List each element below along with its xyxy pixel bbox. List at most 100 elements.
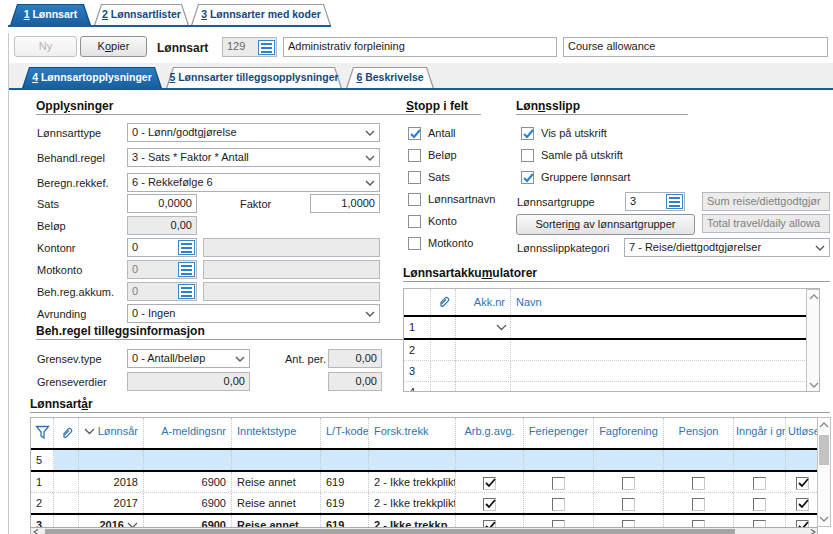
akk-row-1[interactable]: 1 bbox=[404, 317, 819, 338]
gruppere-lonnsart-checkbox[interactable] bbox=[521, 171, 534, 184]
avrunding-select[interactable]: 0 - Ingen bbox=[127, 304, 380, 323]
scroll-up-icon[interactable] bbox=[809, 294, 819, 300]
antper-label: Ant. per. bbox=[285, 353, 326, 365]
feriepenger-checkbox[interactable] bbox=[552, 520, 565, 527]
pensjon-checkbox[interactable] bbox=[692, 520, 705, 527]
akk-row-4[interactable]: 4 bbox=[404, 382, 819, 392]
lonnsslippkategori-select[interactable]: 7 - Reise/diettgodtgjørelser bbox=[624, 238, 830, 257]
lonnsart-window: 1 Lønnsart 2 Lønnsartlister 3 Lønnsarter… bbox=[0, 0, 833, 534]
konto-checkbox[interactable] bbox=[408, 215, 421, 228]
scroll-left-icon[interactable] bbox=[33, 529, 39, 534]
tab-lonnsarter-med-koder[interactable]: 3 Lønnsarter med koder bbox=[191, 4, 331, 25]
behregakkum-label: Beh.reg.akkum. bbox=[37, 286, 114, 298]
motkonto-input[interactable]: 0 bbox=[127, 260, 197, 279]
belop-input[interactable]: 0,00 bbox=[127, 216, 197, 235]
samle-pa-utskrift-checkbox[interactable] bbox=[521, 149, 534, 162]
pensjon-checkbox[interactable] bbox=[692, 498, 705, 511]
col-ltkode[interactable]: L/T-kode bbox=[321, 418, 369, 448]
sats-checkbox[interactable] bbox=[408, 171, 421, 184]
grenseverdi2-input[interactable]: 0,00 bbox=[328, 372, 382, 391]
utlose-checkbox[interactable] bbox=[796, 477, 809, 490]
lonnsartar-scrollbar[interactable] bbox=[817, 417, 831, 527]
scroll-down-icon[interactable] bbox=[809, 382, 819, 388]
arbgavg-checkbox[interactable] bbox=[483, 477, 496, 490]
lonnsart-name-en-field[interactable]: Course allowance bbox=[563, 37, 828, 57]
lonnsartgruppe-lookup-icon[interactable] bbox=[666, 194, 683, 209]
filter-icon[interactable] bbox=[35, 425, 50, 440]
vis-pa-utskrift-checkbox[interactable] bbox=[521, 127, 534, 140]
col-lonnsar[interactable]: Lønnsår bbox=[79, 418, 144, 448]
lonnsartgruppe-input[interactable]: 3 bbox=[625, 192, 685, 211]
horizontal-scrollbar[interactable] bbox=[31, 527, 818, 534]
col-pensjon[interactable]: Pensjon bbox=[664, 418, 734, 448]
feriepenger-checkbox[interactable] bbox=[552, 498, 565, 511]
belop-checkbox[interactable] bbox=[408, 149, 421, 162]
feriepenger-checkbox[interactable] bbox=[552, 477, 565, 490]
col-utlose[interactable]: Utløse bbox=[786, 418, 818, 448]
lonnsarttype-select[interactable]: 0 - Lønn/godtgjørelse bbox=[127, 123, 380, 142]
utlose-checkbox[interactable] bbox=[796, 520, 809, 527]
scroll-down-icon[interactable] bbox=[819, 516, 829, 522]
fagforening-checkbox[interactable] bbox=[622, 477, 635, 490]
sortering-button[interactable]: Sortering av lønnsartgrupper bbox=[516, 214, 695, 235]
tab-lonnsartopplysninger[interactable]: 4 Lønnsartopplysninger bbox=[22, 67, 162, 88]
behregakkum-input[interactable]: 0 bbox=[127, 282, 197, 301]
motkonto-checkbox[interactable] bbox=[408, 237, 421, 250]
akk-col-navn[interactable]: Navn bbox=[511, 289, 807, 315]
kontonr-lookup-icon[interactable] bbox=[178, 240, 195, 255]
lonnsarttype-label: Lønnsarttype bbox=[37, 127, 101, 139]
scroll-right-icon[interactable] bbox=[810, 529, 816, 534]
grenseverdi1-input[interactable]: 0,00 bbox=[127, 372, 250, 391]
lonnsartar-heading: Lønnsartår bbox=[30, 397, 830, 413]
lonnsartar-row-3[interactable]: 3 2016 6900 Reise annet 619 2 - Ikke tre… bbox=[31, 515, 817, 527]
col-inntektstype[interactable]: Inntektstype bbox=[232, 418, 321, 448]
arbgavg-checkbox[interactable] bbox=[483, 498, 496, 511]
col-arbgavg[interactable]: Arb.g.avg. bbox=[456, 418, 524, 448]
vis-pa-utskrift-label: Vis på utskrift bbox=[541, 127, 607, 139]
lookup-list-icon[interactable] bbox=[258, 40, 275, 55]
col-feriepenger[interactable]: Feriepenger bbox=[524, 418, 594, 448]
scroll-up-icon[interactable] bbox=[819, 422, 829, 428]
col-inngar[interactable]: Inngår i gr bbox=[734, 418, 786, 448]
akk-row-2[interactable]: 2 bbox=[404, 340, 819, 361]
tab-lonnsart[interactable]: 1 Lønnsart bbox=[10, 4, 91, 25]
lonnsartar-row-5[interactable]: 5 bbox=[31, 450, 817, 470]
lonnsartar-row-2[interactable]: 2 2017 6900 Reise annet 619 2 - Ikke tre… bbox=[31, 493, 817, 513]
tab-beskrivelse[interactable]: 6 Beskrivelse bbox=[346, 67, 434, 88]
beregnrekkef-label: Beregn.rekkef. bbox=[37, 177, 109, 189]
antper-input[interactable]: 0,00 bbox=[328, 349, 382, 368]
beregnrekkef-select[interactable]: 6 - Rekkefølge 6 bbox=[127, 173, 380, 192]
inngar-checkbox[interactable] bbox=[753, 477, 766, 490]
akk-scrollbar[interactable] bbox=[806, 289, 820, 392]
inngar-checkbox[interactable] bbox=[753, 520, 766, 527]
sats-input[interactable]: 0,0000 bbox=[127, 194, 197, 213]
inngar-checkbox[interactable] bbox=[753, 498, 766, 511]
akknr-dropdown-icon[interactable] bbox=[496, 324, 507, 331]
fagforening-checkbox[interactable] bbox=[622, 498, 635, 511]
faktor-input[interactable]: 1,0000 bbox=[310, 194, 380, 213]
kontonr-input[interactable]: 0 bbox=[127, 238, 197, 257]
lonnsartnavn-checkbox[interactable] bbox=[408, 193, 421, 206]
fagforening-checkbox[interactable] bbox=[622, 520, 635, 527]
ny-button[interactable]: Ny bbox=[14, 36, 77, 57]
col-fagforening[interactable]: Fagforening bbox=[594, 418, 664, 448]
utlose-checkbox[interactable] bbox=[796, 498, 809, 511]
pensjon-checkbox[interactable] bbox=[692, 477, 705, 490]
grensevtype-select[interactable]: 0 - Antall/beløp bbox=[127, 349, 250, 368]
akk-row-3[interactable]: 3 bbox=[404, 361, 819, 382]
tab-tilleggsopplysninger[interactable]: 5 Lønnsarter tilleggsopplysninger bbox=[166, 67, 342, 88]
lonnsart-name-field[interactable]: Administrativ forpleining bbox=[283, 37, 557, 57]
antall-checkbox[interactable] bbox=[408, 127, 421, 140]
motkonto-lookup-icon[interactable] bbox=[178, 262, 195, 277]
col-amelding[interactable]: A-meldingsnr bbox=[144, 418, 232, 448]
behregakkum-lookup-icon[interactable] bbox=[178, 284, 195, 299]
col-forsktrekk[interactable]: Forsk.trekk bbox=[369, 418, 456, 448]
akk-col-akknr[interactable]: Akk.nr bbox=[456, 289, 511, 315]
lonnsart-number-field[interactable]: 129 bbox=[222, 37, 277, 57]
behandlregel-select[interactable]: 3 - Sats * Faktor * Antall bbox=[127, 148, 380, 167]
arbgavg-checkbox[interactable] bbox=[483, 520, 496, 527]
kopier-button[interactable]: Kopier bbox=[80, 36, 147, 57]
tab-lonnsartlister[interactable]: 2 Lønnsartlister bbox=[94, 4, 189, 25]
tabline-top bbox=[8, 25, 331, 27]
lonnsartar-row-1[interactable]: 1 2018 6900 Reise annet 619 2 - Ikke tre… bbox=[31, 472, 817, 492]
